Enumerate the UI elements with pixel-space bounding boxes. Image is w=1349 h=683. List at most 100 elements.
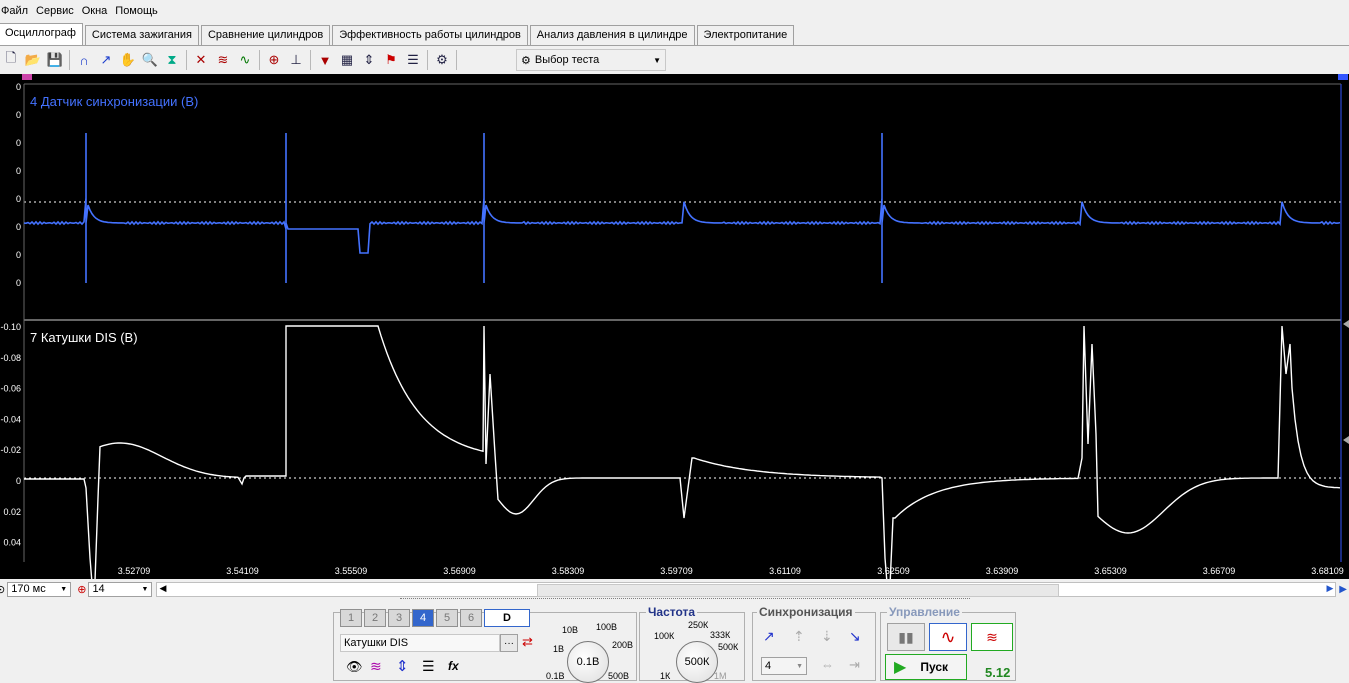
- channel-marker-1[interactable]: [22, 74, 32, 80]
- channel-button-3[interactable]: 3: [388, 609, 410, 627]
- zoom-fit-icon[interactable]: ⧗: [161, 49, 183, 71]
- sync-channel-value: 4: [765, 660, 772, 672]
- sync-auto-icon[interactable]: ↘: [849, 628, 861, 645]
- marker-flag-icon[interactable]: ⚑: [380, 49, 402, 71]
- oscilloscope-display[interactable]: 0 0 0 0 0 0 0 0 -0.10 -0.08 -0.06 -0.04 -0.02 0 0.02 0…: [0, 74, 1349, 579]
- chevron-down-icon: ▼: [653, 55, 661, 65]
- start-label: Пуск: [920, 660, 948, 674]
- measure-icon[interactable]: ↗: [95, 49, 117, 71]
- hand-icon[interactable]: ✋: [117, 49, 139, 71]
- y-tick-label-bottom: -0.10: [0, 322, 21, 332]
- frequency-title: Частота: [646, 605, 698, 619]
- save-icon[interactable]: 💾: [44, 49, 66, 71]
- tab-cylinder-efficiency[interactable]: Эффективность работы цилиндров: [332, 25, 528, 45]
- sync-panel: Синхронизация ↗ ⇡ ⇣ ↘ 4 ▼ ⇔ ⇥: [752, 605, 876, 681]
- menu-service[interactable]: Сервис: [32, 0, 78, 22]
- sync-up-icon[interactable]: ⇡: [793, 628, 805, 645]
- function-icon[interactable]: fx: [448, 659, 459, 673]
- sync-channel-select[interactable]: 4 ▼: [761, 657, 807, 675]
- horizontal-scrollbar[interactable]: ◀ ▶: [156, 581, 1337, 597]
- grid-icon[interactable]: ▦: [336, 49, 358, 71]
- y-tick-label-bottom: -0.02: [0, 445, 21, 455]
- channel-marker-2[interactable]: [1338, 74, 1348, 80]
- tab-pressure-analysis[interactable]: Анализ давления в цилиндре: [529, 25, 695, 45]
- menu-windows[interactable]: Окна: [78, 0, 112, 22]
- more-button[interactable]: ···: [500, 634, 518, 652]
- zoom-icon[interactable]: 🔍: [139, 49, 161, 71]
- top-channel-title: 4 Датчик синхронизации (В): [30, 94, 198, 109]
- channel-button-5[interactable]: 5: [436, 609, 458, 627]
- chevron-down-icon: ▼: [60, 585, 68, 593]
- tab-oscilloscope[interactable]: Осциллограф: [0, 23, 83, 45]
- sync-rising-icon[interactable]: ↗: [763, 628, 775, 645]
- filter-wave-icon[interactable]: ≋: [370, 658, 382, 675]
- sensor-name-field[interactable]: Катушки DIS: [340, 634, 500, 652]
- scroll-right-icon[interactable]: ▶: [1327, 583, 1334, 594]
- swap-icon[interactable]: ⇄: [522, 634, 533, 650]
- test-select[interactable]: ⚙ Выбор теста ▼: [516, 49, 666, 71]
- y-tick-label-top: 0: [16, 82, 21, 92]
- panel-splitter[interactable]: [400, 598, 970, 605]
- start-button[interactable]: ▶ Пуск: [885, 654, 967, 680]
- channel-button-4[interactable]: 4: [412, 609, 434, 627]
- sync-narrow-icon[interactable]: ⇥: [849, 657, 860, 673]
- overlay-icon[interactable]: ∿: [234, 49, 256, 71]
- toolbar-separator: [310, 50, 311, 70]
- tab-ignition[interactable]: Система зажигания: [84, 25, 199, 45]
- menu-help[interactable]: Помощь: [111, 0, 162, 22]
- channel-button-6[interactable]: 6: [460, 609, 482, 627]
- auto-scale-icon[interactable]: ⊕: [263, 49, 285, 71]
- frequency-panel: Частота 500К 250К 100К 333К 500К 1К 1М: [639, 605, 745, 683]
- voltage-knob[interactable]: 0.1В: [567, 641, 609, 683]
- channel-button-2[interactable]: 2: [364, 609, 386, 627]
- y-tick-label-bottom: 0: [16, 476, 21, 486]
- tab-power[interactable]: Электропитание: [696, 25, 795, 45]
- single-sweep-button[interactable]: ∿: [929, 623, 967, 651]
- auto-test-icon[interactable]: ⚙: [431, 49, 453, 71]
- y-tick-label-top: 0: [16, 194, 21, 204]
- y-tick-label-top: 0: [16, 250, 21, 260]
- channel-icon: ⊕: [77, 583, 87, 596]
- report-icon[interactable]: ☰: [402, 49, 424, 71]
- scroll-right-far-icon[interactable]: ▶: [1339, 584, 1347, 595]
- y-tick-label-bottom: -0.04: [0, 414, 21, 424]
- frequency-value: 500К: [684, 656, 710, 668]
- frequency-mark-333k: 333К: [710, 630, 731, 640]
- sweep-icon: ⊙: [0, 583, 6, 596]
- scrollbar-thumb[interactable]: [537, 583, 1060, 597]
- cursor-icon[interactable]: ∩: [73, 49, 95, 71]
- play-icon: ▶: [894, 659, 907, 676]
- split-icon[interactable]: ⇕: [358, 49, 380, 71]
- frequency-mark-1m: 1М: [714, 671, 727, 681]
- continuous-sweep-button[interactable]: ≋: [971, 623, 1013, 651]
- test-select-label: Выбор теста: [534, 54, 600, 66]
- cross-cursor-icon[interactable]: ✕: [190, 49, 212, 71]
- pause-button[interactable]: ▮▮: [887, 623, 925, 651]
- channel-button-1[interactable]: 1: [340, 609, 362, 627]
- new-file-icon[interactable]: 🗋: [0, 49, 22, 71]
- sync-down-icon[interactable]: ⇣: [821, 628, 833, 645]
- voltage-mark-100v: 100В: [596, 622, 618, 632]
- waves-icon[interactable]: ≋: [212, 49, 234, 71]
- frequency-mark-500k: 500К: [718, 642, 739, 652]
- lines-icon[interactable]: ☰: [422, 658, 435, 675]
- eye-icon[interactable]: 👁: [346, 659, 363, 675]
- x-tick-label: 3.54109: [226, 566, 259, 576]
- sweep-select[interactable]: 170 мс ▼: [7, 581, 72, 597]
- y-tick-label-top: 0: [16, 138, 21, 148]
- channel-button-d[interactable]: D: [484, 609, 530, 627]
- frequency-knob[interactable]: 500К: [676, 641, 718, 683]
- filter-icon[interactable]: ▼: [314, 49, 336, 71]
- voltage-mark-1v: 1В: [553, 644, 565, 654]
- tab-cylinder-compare[interactable]: Сравнение цилиндров: [200, 25, 331, 45]
- menu-file[interactable]: Файл: [0, 0, 32, 22]
- scroll-left-icon[interactable]: ◀: [159, 583, 166, 594]
- chevron-down-icon: ▼: [141, 585, 149, 593]
- sync-spread-icon[interactable]: ⇔: [821, 657, 834, 672]
- x-tick-label: 3.62509: [877, 566, 910, 576]
- x-tick-label: 3.59709: [660, 566, 693, 576]
- open-folder-icon[interactable]: 📂: [22, 49, 44, 71]
- channel-select[interactable]: 14 ▼: [88, 581, 153, 597]
- invert-icon[interactable]: ⇕: [396, 657, 409, 675]
- trigger-icon[interactable]: ⊥: [285, 49, 307, 71]
